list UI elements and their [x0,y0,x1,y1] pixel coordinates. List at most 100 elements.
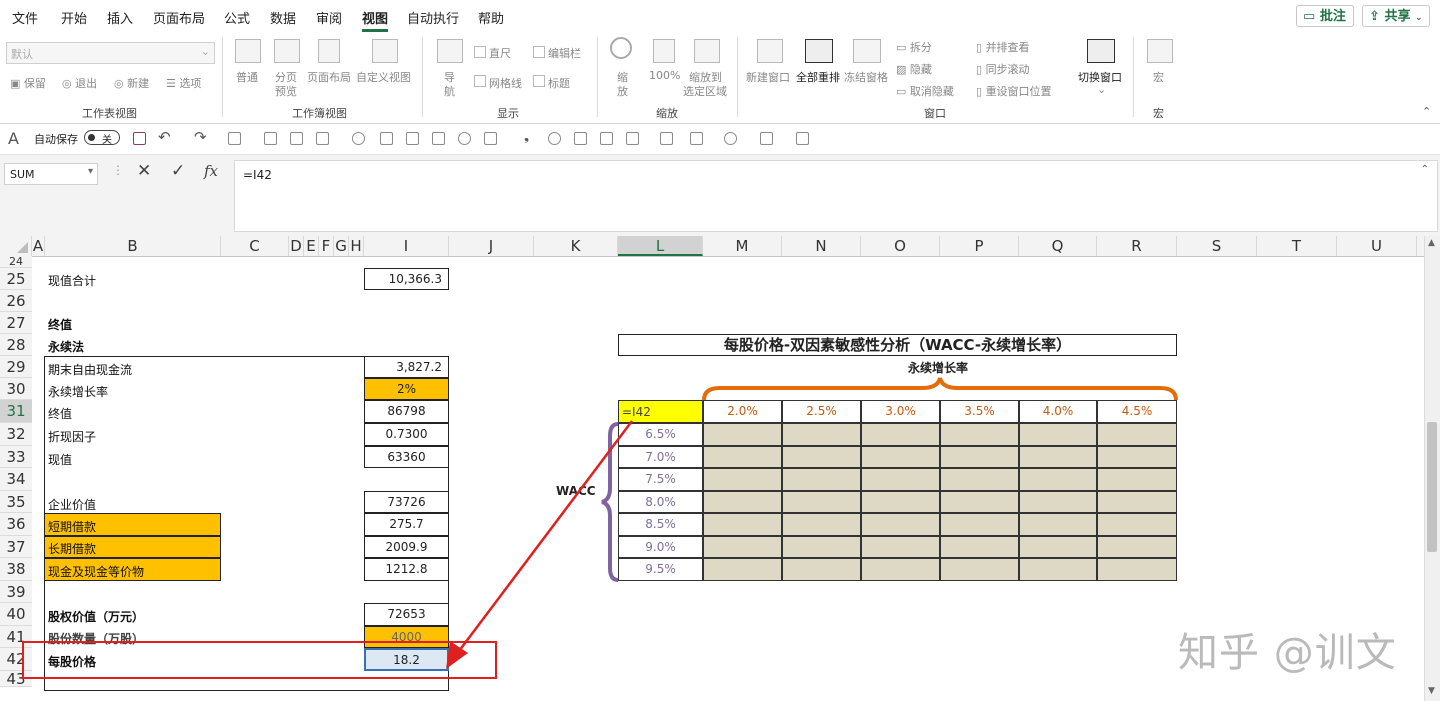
column-header[interactable]: E [304,236,319,256]
menu-file[interactable]: 文件 [12,8,38,27]
hide-button[interactable]: ▨ 隐藏 [896,61,932,77]
reset-window-button[interactable]: ▯ 重设窗口位置 [976,83,1052,99]
column-header[interactable]: T [1257,236,1337,256]
collapse-formula-icon[interactable]: ⌃ [1421,164,1429,175]
headings-checkbox[interactable] [533,75,545,87]
menu-review[interactable]: 审阅 [316,8,342,27]
page-layout-label[interactable]: 页面布局 [307,69,351,85]
sensitivity-result-cell[interactable] [782,491,861,513]
fill-color-icon[interactable] [626,132,639,145]
growth-rate-header[interactable]: 4.5% [1097,400,1177,423]
switch-window-icon[interactable] [1087,39,1115,63]
sensitivity-result-cell[interactable] [782,446,861,468]
row-header[interactable]: 40 [0,603,32,626]
formula-input[interactable]: =I42 ⌃ [234,160,1438,232]
arrange-all-icon[interactable] [805,39,833,63]
column-header[interactable]: D [289,236,304,256]
column-header[interactable]: S [1177,236,1257,256]
row-header[interactable]: 29 [0,356,32,378]
view-options-button[interactable]: ☰ 选项 [166,75,201,91]
row-header[interactable]: 33 [0,446,32,468]
sensitivity-result-cell[interactable] [703,491,782,513]
sensitivity-result-cell[interactable] [1019,491,1097,513]
page-layout-icon[interactable] [318,39,340,63]
menu-help[interactable]: 帮助 [478,8,504,27]
column-header[interactable]: U [1337,236,1417,256]
share-button[interactable]: ⇪ 共享 ⌄ [1362,5,1430,27]
sensitivity-result-cell[interactable] [782,423,861,446]
sensitivity-result-cell[interactable] [1019,446,1097,468]
side-by-side-button[interactable]: ▯ 并排查看 [976,39,1030,55]
sensitivity-result-cell[interactable] [940,468,1019,491]
vertical-scrollbar[interactable]: ▲ ▼ [1424,236,1440,701]
circle-icon[interactable] [548,132,561,145]
exit-view-button[interactable]: ◎ 退出 [62,75,97,91]
sensitivity-result-cell[interactable] [940,423,1019,446]
comment-button[interactable]: ▭ 批注 [1296,5,1354,27]
format-table-icon[interactable] [290,132,303,145]
clipboard-icon[interactable] [574,132,587,145]
sensitivity-result-cell[interactable] [703,423,782,446]
name-box[interactable]: SUM ▾ [4,163,98,185]
pv-total-value[interactable]: 10,366.3 [364,268,449,290]
menu-page-layout[interactable]: 页面布局 [153,8,205,27]
sensitivity-result-cell[interactable] [1097,446,1177,468]
growth-rate-header[interactable]: 3.5% [940,400,1019,423]
new-window-label[interactable]: 新建窗口 [746,69,790,85]
sensitivity-result-cell[interactable] [782,558,861,581]
growth-rate-value[interactable]: 2% [364,378,449,400]
sensitivity-result-cell[interactable] [703,446,782,468]
menu-home[interactable]: 开始 [61,8,87,27]
drag-handle-icon[interactable]: ⋮ [112,163,124,177]
column-header[interactable]: K [534,236,618,256]
save-icon[interactable] [133,132,146,145]
sensitivity-result-cell[interactable] [1097,423,1177,446]
row-header[interactable]: 28 [0,334,32,356]
column-header[interactable]: H [349,236,364,256]
zoom-icon[interactable] [610,37,632,59]
freeze-panes-icon[interactable] [853,39,881,63]
new-window-icon[interactable] [757,39,783,63]
row-header[interactable]: 39 [0,581,32,603]
comments-icon[interactable] [724,132,737,145]
column-header[interactable]: Q [1019,236,1097,256]
column-header[interactable]: O [861,236,940,256]
sensitivity-result-cell[interactable] [940,513,1019,536]
table-icon[interactable] [264,132,277,145]
sensitivity-result-cell[interactable] [1019,468,1097,491]
edit-icon[interactable] [690,132,703,145]
sensitivity-result-cell[interactable] [940,446,1019,468]
row-header[interactable]: 34 [0,468,32,491]
column-header[interactable]: P [940,236,1019,256]
keep-view-button[interactable]: ▣ 保留 [10,75,46,91]
scroll-down-icon[interactable]: ▼ [1428,686,1435,696]
zoom-label-2[interactable]: 放 [617,83,628,99]
sensitivity-result-cell[interactable] [703,558,782,581]
sensitivity-result-cell[interactable] [861,468,940,491]
zoom-to-selection-icon[interactable] [694,39,720,63]
column-header[interactable]: B [45,236,221,256]
sensitivity-result-cell[interactable] [861,491,940,513]
sheet-view-dropdown[interactable]: 默认 ⌄ [6,42,215,64]
row-header[interactable]: 32 [0,423,32,446]
pivot-icon[interactable] [660,132,673,145]
zoom-100-icon[interactable] [653,39,675,63]
sensitivity-result-cell[interactable] [782,468,861,491]
sensitivity-result-cell[interactable] [861,536,940,558]
row-header[interactable]: 27 [0,312,32,334]
row-header[interactable]: 25 [0,268,32,290]
row-header[interactable]: 24 [0,256,32,268]
chevron-down-icon[interactable]: ⌄ [1097,83,1106,96]
chevron-down-icon[interactable]: ▾ [88,166,93,177]
sensitivity-result-cell[interactable] [703,536,782,558]
select-all-corner[interactable] [0,236,32,256]
link-icon[interactable]: ❟ [524,129,529,144]
sensitivity-result-cell[interactable] [940,558,1019,581]
select-icon[interactable] [380,132,393,145]
sync-scroll-button[interactable]: ▯ 同步滚动 [976,61,1030,77]
menu-automate[interactable]: 自动执行 [407,8,459,27]
menu-view[interactable]: 视图 [362,8,388,27]
row-header[interactable]: 38 [0,558,32,581]
record-icon[interactable] [458,132,471,145]
macros-icon[interactable] [1147,39,1173,63]
